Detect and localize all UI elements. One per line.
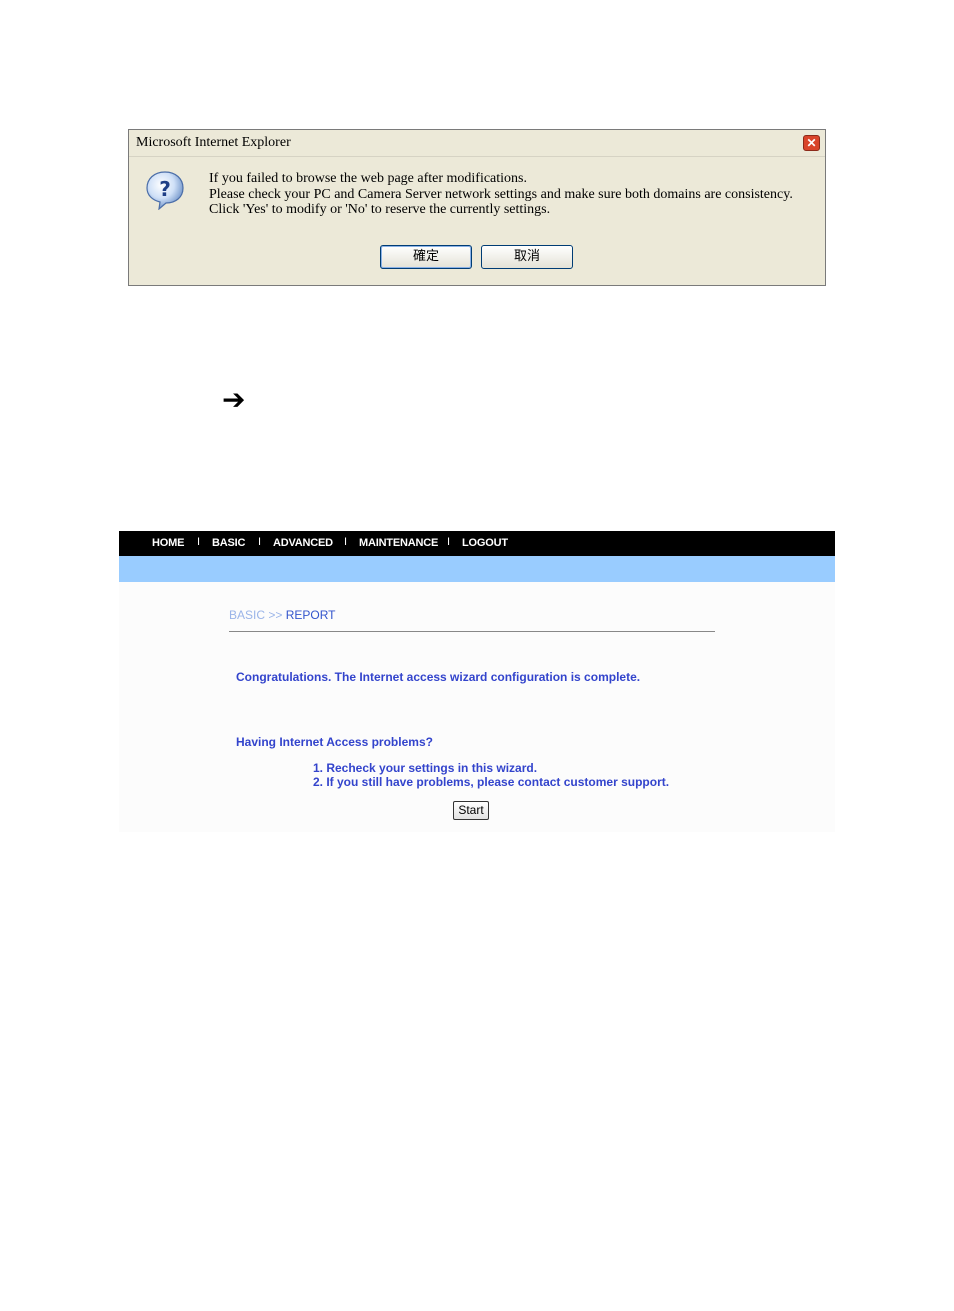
nav-separator: I (344, 536, 348, 548)
start-button[interactable]: Start (453, 801, 489, 820)
dialog-message-line: Click 'Yes' to modify or 'No' to reserve… (209, 202, 551, 217)
tip-item: 1. Recheck your settings in this wizard. (313, 761, 538, 775)
breadcrumb-separator: >> (268, 608, 283, 622)
nav-home[interactable]: HOME (152, 537, 184, 549)
nav-separator: I (197, 536, 201, 548)
dialog-titlebar: Microsoft Internet Explorer ✕ (129, 130, 825, 157)
close-icon[interactable]: ✕ (803, 135, 820, 151)
dialog-message-line: If you failed to browse the web page aft… (209, 171, 528, 186)
svg-text:?: ? (159, 177, 171, 201)
top-nav: HOME I BASIC I ADVANCED I MAINTENANCE I … (119, 531, 835, 556)
problems-heading: Having Internet Access problems? (236, 735, 433, 749)
nav-maintenance[interactable]: MAINTENANCE (359, 537, 438, 549)
congrats-message: Congratulations. The Internet access wiz… (236, 670, 641, 684)
router-report-page: HOME I BASIC I ADVANCED I MAINTENANCE I … (119, 531, 835, 832)
nav-separator: I (258, 536, 262, 548)
nav-separator: I (447, 536, 451, 548)
divider (229, 631, 715, 632)
cancel-button[interactable]: 取消 (481, 245, 573, 269)
ie-dialog: Microsoft Internet Explorer ✕ ? If you f… (128, 129, 826, 286)
dialog-title: Microsoft Internet Explorer (136, 135, 291, 150)
nav-basic[interactable]: BASIC (212, 537, 245, 549)
breadcrumb: BASIC >> REPORT (229, 608, 336, 622)
right-arrow-icon: ➔ (222, 383, 246, 416)
breadcrumb-section[interactable]: BASIC (229, 608, 265, 622)
dialog-message-line: Please check your PC and Camera Server n… (209, 186, 793, 202)
header-band (119, 556, 835, 582)
breadcrumb-page: REPORT (285, 608, 336, 622)
nav-advanced[interactable]: ADVANCED (273, 537, 333, 549)
tip-item: 2. If you still have problems, please co… (313, 775, 670, 789)
dialog-message: If you failed to browse the web page aft… (209, 171, 793, 218)
nav-logout[interactable]: LOGOUT (462, 537, 508, 549)
question-icon: ? (146, 171, 184, 210)
ok-button[interactable]: 確定 (380, 245, 472, 269)
